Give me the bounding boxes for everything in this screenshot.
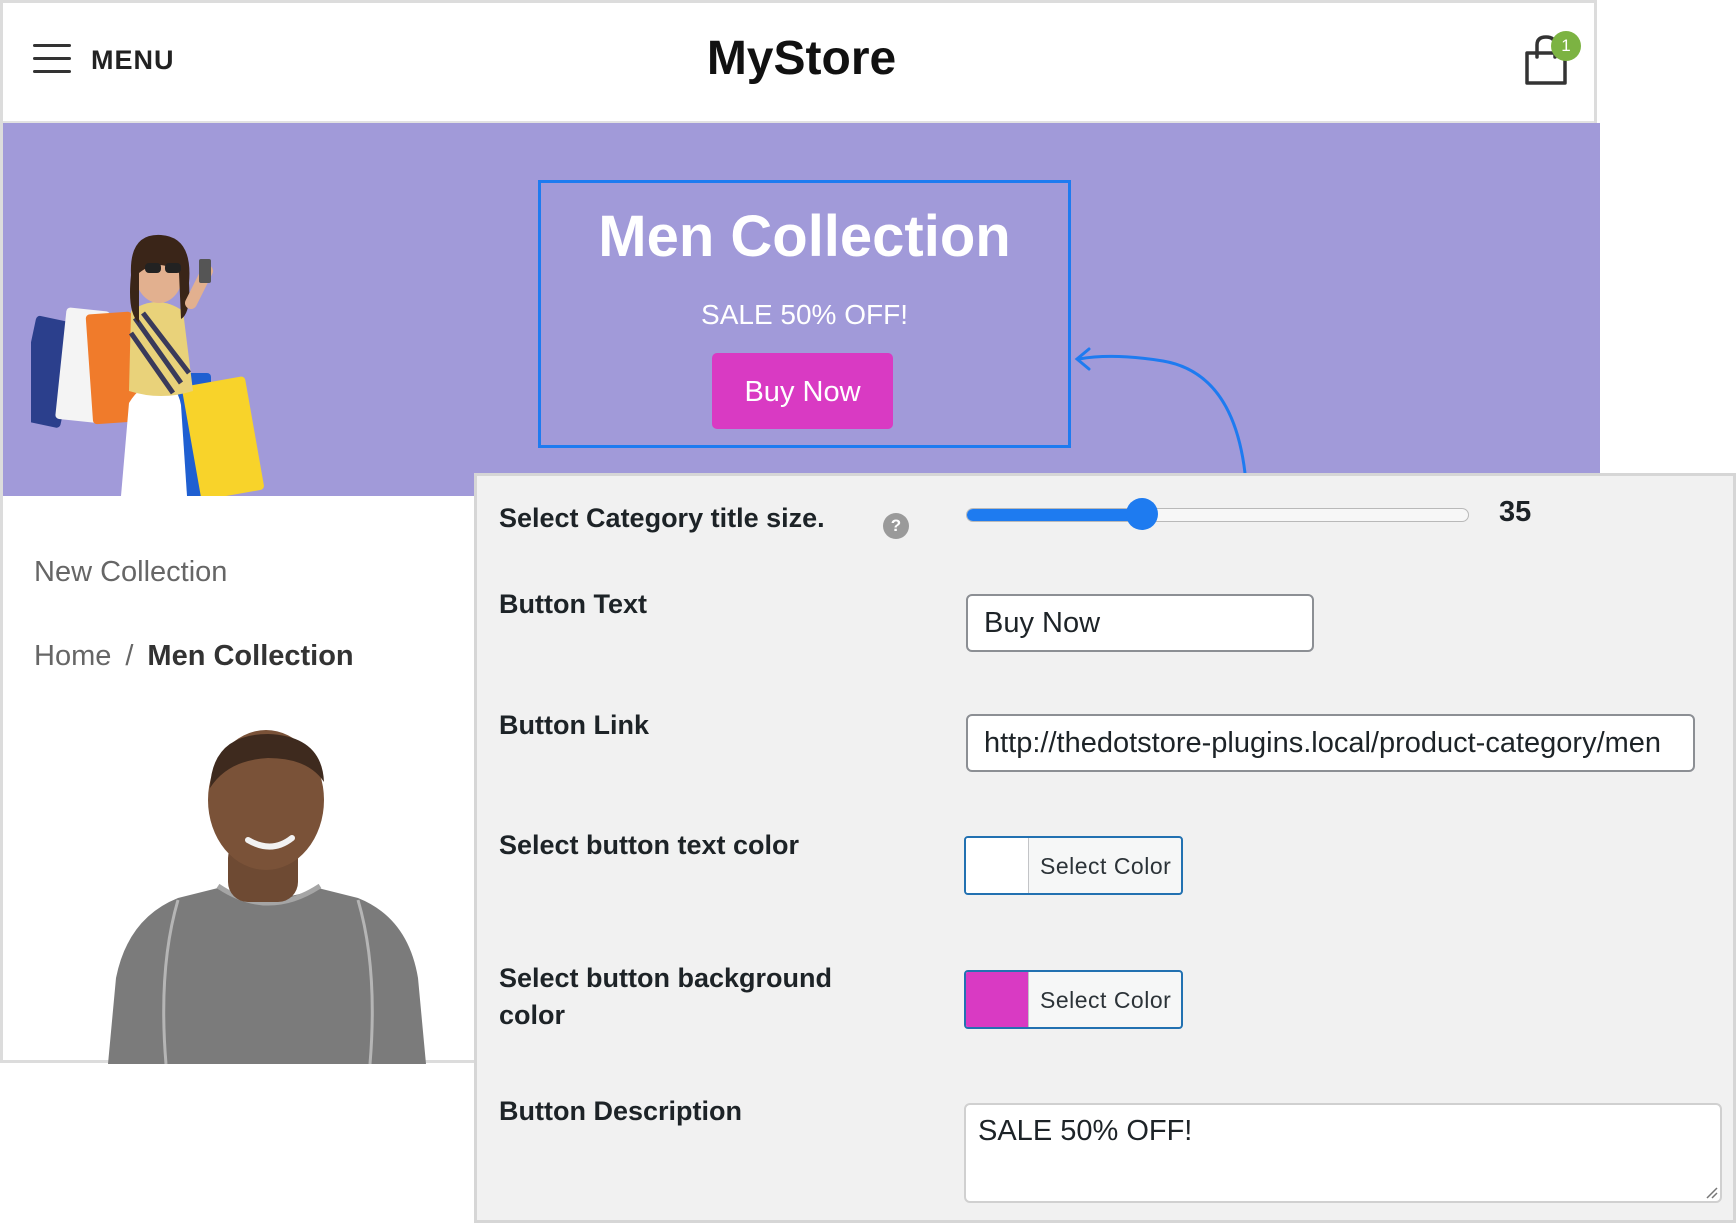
select-color-label: Select Color bbox=[1040, 853, 1172, 879]
text-color-picker-button[interactable]: Select Color bbox=[964, 836, 1183, 895]
bg-color-label: Select button background color bbox=[499, 963, 833, 1030]
text-color-label: Select button text color bbox=[499, 830, 800, 860]
category-banner-settings-panel: Select Category title size. ? 35 Button … bbox=[474, 473, 1736, 1223]
breadcrumb-separator: / bbox=[125, 640, 134, 672]
male-model-image bbox=[108, 730, 426, 1064]
store-logo[interactable]: MyStore bbox=[3, 31, 1600, 86]
button-description-label: Button Description bbox=[499, 1096, 742, 1126]
text-color-swatch bbox=[966, 838, 1029, 893]
breadcrumb-current: Men Collection bbox=[147, 640, 354, 672]
title-size-slider-fill bbox=[967, 509, 1143, 521]
button-description-value: SALE 50% OFF! bbox=[978, 1115, 1193, 1147]
select-color-label: Select Color bbox=[1040, 987, 1172, 1013]
button-description-textarea[interactable]: SALE 50% OFF! bbox=[964, 1103, 1722, 1203]
bg-color-picker-button[interactable]: Select Color bbox=[964, 970, 1183, 1029]
title-size-slider-handle[interactable] bbox=[1126, 498, 1159, 530]
help-icon[interactable]: ? bbox=[883, 513, 909, 539]
shopping-woman-image bbox=[31, 234, 264, 496]
breadcrumb: Home / Men Collection bbox=[34, 640, 354, 673]
title-size-slider-track[interactable] bbox=[966, 508, 1469, 522]
button-link-input[interactable]: http://thedotstore-plugins.local/product… bbox=[966, 714, 1695, 772]
bg-color-swatch bbox=[966, 972, 1029, 1027]
breadcrumb-home-link[interactable]: Home bbox=[34, 640, 111, 672]
buy-now-button[interactable]: Buy Now bbox=[712, 353, 893, 429]
new-collection-label: New Collection bbox=[34, 556, 228, 588]
hero-subtitle: SALE 50% OFF! bbox=[701, 299, 908, 330]
cart-count-badge: 1 bbox=[1551, 31, 1581, 61]
button-link-label: Button Link bbox=[499, 710, 649, 740]
annotation-arrow-icon bbox=[1074, 347, 1247, 473]
hero-title: Men Collection bbox=[598, 204, 1011, 269]
store-header: MENU MyStore 1 bbox=[3, 3, 1594, 123]
hero-content-box: Men Collection SALE 50% OFF! Buy Now bbox=[538, 180, 1071, 448]
button-text-label: Button Text bbox=[499, 589, 647, 619]
button-text-input[interactable]: Buy Now bbox=[966, 594, 1314, 652]
resize-handle-icon[interactable] bbox=[1702, 1183, 1718, 1199]
title-size-label: Select Category title size. bbox=[499, 503, 825, 533]
title-size-value: 35 bbox=[1499, 496, 1532, 528]
